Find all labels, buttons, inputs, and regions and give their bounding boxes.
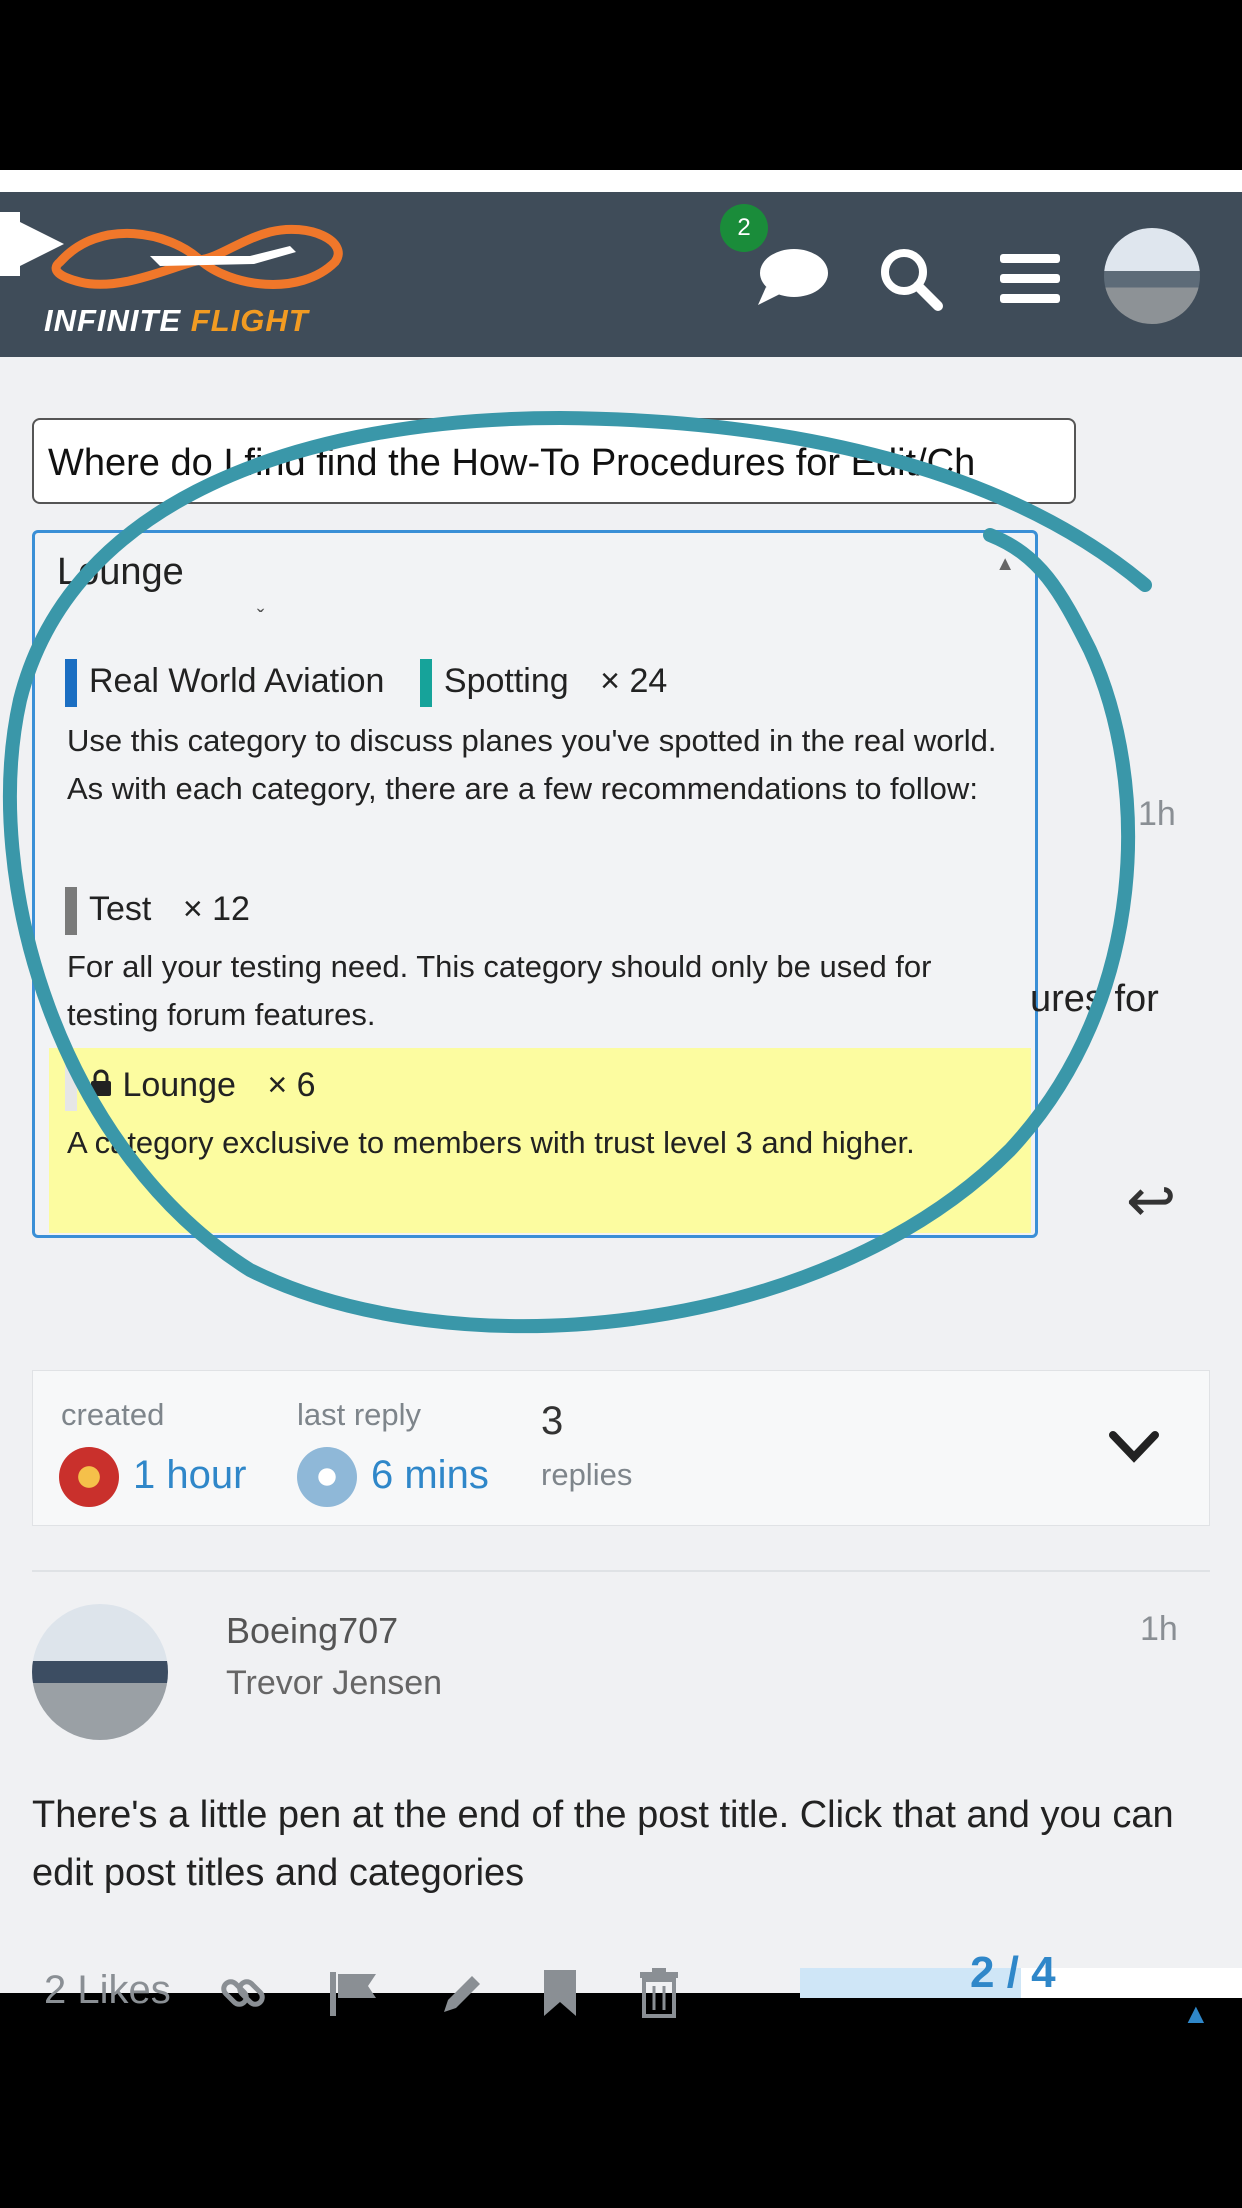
bookmark-icon[interactable] xyxy=(540,1968,580,2020)
category-option-label: Lounge xyxy=(122,1065,236,1104)
topic-map: created 1 hour last reply 6 mins 3 repli… xyxy=(32,1370,1210,1526)
lock-icon xyxy=(89,1068,113,1107)
post-username[interactable]: Boeing707 xyxy=(226,1610,398,1652)
category-description: Use this category to discuss planes you'… xyxy=(67,723,997,806)
chevron-down-icon[interactable] xyxy=(1107,1429,1161,1465)
category-option-test[interactable]: Test × 12 xyxy=(65,887,250,935)
category-selected-value[interactable]: Lounge xyxy=(57,551,184,594)
creator-avatar[interactable] xyxy=(59,1447,119,1507)
background-post-text: ures for xyxy=(1030,978,1159,1020)
timeline-current: 2 xyxy=(970,1948,995,1997)
category-color-bar xyxy=(65,1063,77,1111)
site-logo[interactable]: INFINITE FLIGHT xyxy=(44,303,309,339)
category-color-bar xyxy=(419,659,432,707)
timeline-total: 4 xyxy=(1031,1948,1056,1997)
trash-icon[interactable] xyxy=(638,1968,680,2020)
category-option-label: Spotting xyxy=(443,661,569,700)
category-count: × 24 xyxy=(600,661,668,700)
category-parent-label: Real World Aviation xyxy=(89,661,385,700)
post-full-name: Trevor Jensen xyxy=(226,1664,443,1702)
notification-badge[interactable]: 2 xyxy=(720,204,768,252)
category-option-lounge[interactable]: Lounge × 6 xyxy=(65,1063,316,1111)
topic-title-input[interactable]: Where do I find find the How-To Procedur… xyxy=(32,418,1076,504)
chevron-up-icon[interactable]: ▲ xyxy=(1182,1998,1210,2030)
last-reply-label: last reply xyxy=(297,1397,422,1432)
background-post-time: 1h xyxy=(1138,795,1176,833)
category-color-bar xyxy=(65,887,77,935)
search-icon[interactable] xyxy=(876,244,946,314)
last-reply-value[interactable]: 6 mins xyxy=(371,1453,489,1498)
category-count: × 6 xyxy=(267,1065,316,1104)
reply-icon[interactable]: ↩ xyxy=(1126,1166,1176,1236)
post-time[interactable]: 1h xyxy=(1140,1610,1178,1649)
user-avatar[interactable] xyxy=(1104,228,1200,324)
likes-count[interactable]: 2 Likes xyxy=(44,1968,171,2013)
logo-text-accent: FLIGHT xyxy=(190,303,309,338)
chevron-up-icon[interactable]: ▲ xyxy=(995,553,1015,576)
category-option-label: Test xyxy=(89,889,152,928)
post-author-avatar[interactable] xyxy=(32,1604,168,1740)
flag-icon[interactable] xyxy=(326,1970,380,2018)
post-body: There's a little pen at the end of the p… xyxy=(32,1794,1174,1894)
last-replier-avatar[interactable] xyxy=(297,1447,357,1507)
category-color-bar xyxy=(65,659,77,707)
replies-count: 3 xyxy=(541,1399,564,1443)
hamburger-menu-icon[interactable] xyxy=(996,250,1066,310)
category-option-spotting[interactable]: Real World Aviation Spotting × 24 xyxy=(65,659,667,707)
link-icon[interactable] xyxy=(218,1968,270,2020)
created-value[interactable]: 1 hour xyxy=(133,1453,246,1498)
created-label: created xyxy=(61,1397,165,1432)
category-count: × 12 xyxy=(182,889,250,928)
post-divider xyxy=(32,1570,1210,1572)
logo-text-primary: INFINITE xyxy=(44,303,182,338)
chat-bubble-icon[interactable] xyxy=(752,243,830,309)
timeline-position[interactable]: 2 / 4 xyxy=(970,1948,1056,1998)
chevron-down-icon: ˇ xyxy=(257,605,265,630)
category-description: A category exclusive to members with tru… xyxy=(67,1125,915,1160)
status-strip xyxy=(0,170,1242,192)
logo-swoosh-icon xyxy=(51,224,343,289)
category-dropdown[interactable]: Lounge ▲ ˇ Real World Aviation Spotting … xyxy=(32,530,1038,1238)
replies-label: replies xyxy=(541,1457,633,1492)
category-description: For all your testing need. This category… xyxy=(67,949,932,1032)
pencil-icon[interactable] xyxy=(436,1968,488,2020)
